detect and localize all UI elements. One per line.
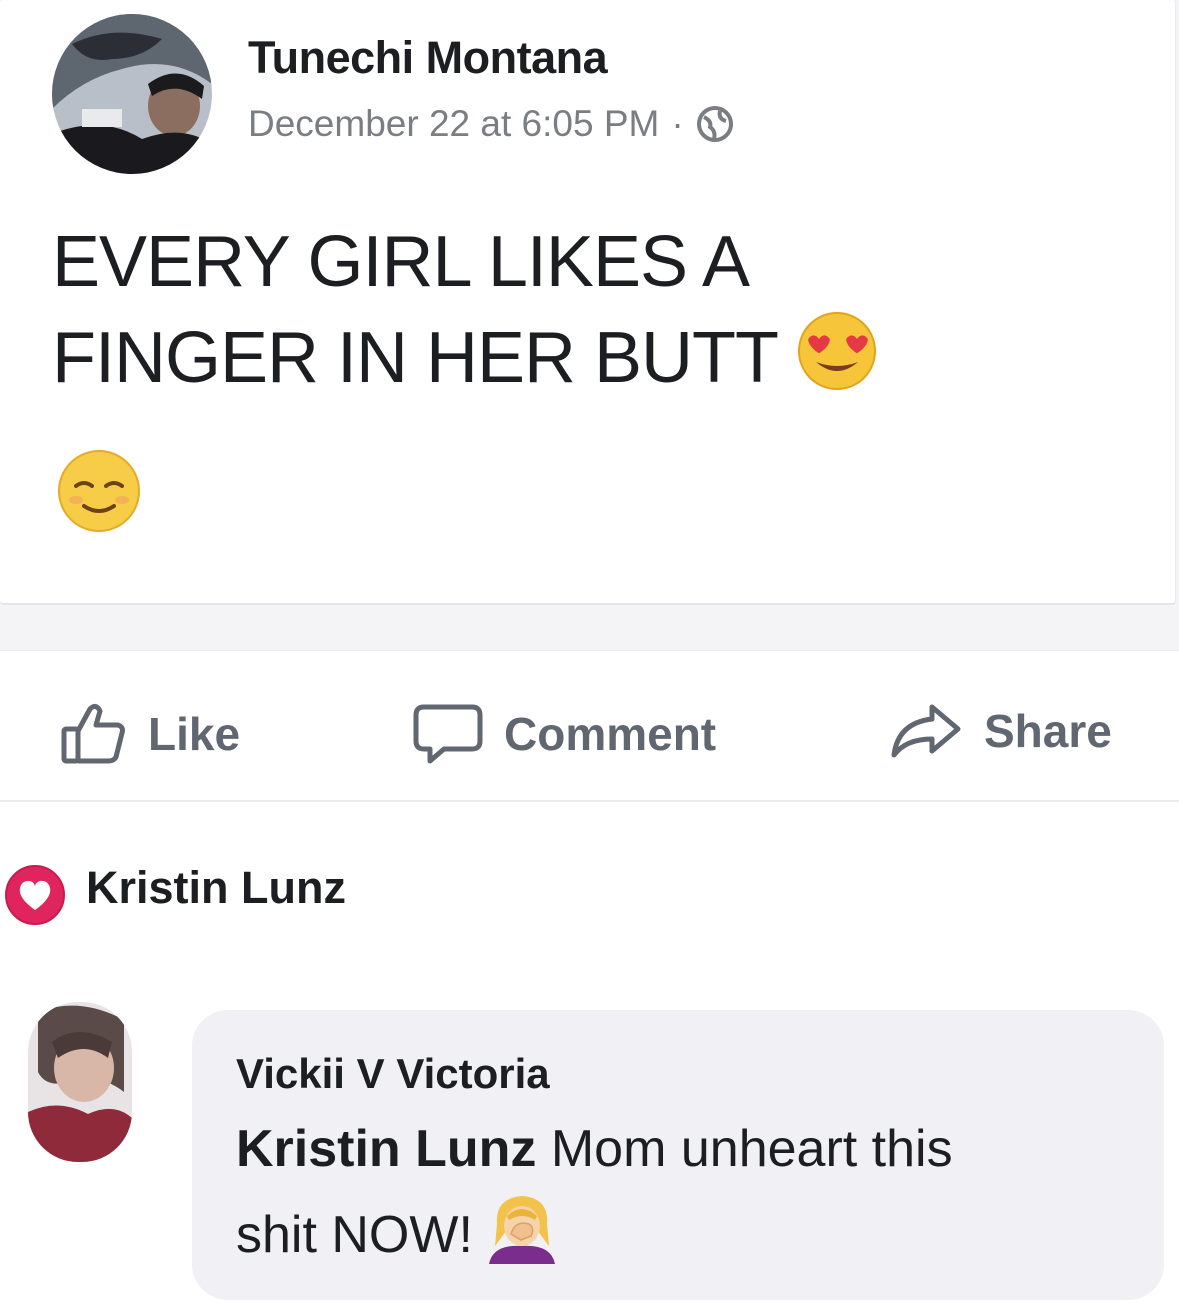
comment-bubble: Vickii V Victoria Kristin Lunz Mom unhea… [192, 1010, 1164, 1300]
comment-mention[interactable]: Kristin Lunz [236, 1120, 536, 1178]
post-author-avatar[interactable] [52, 14, 212, 174]
post-text-line-1: EVERY GIRL LIKES A [52, 222, 750, 302]
comment-text-part-2: shit NOW! [236, 1206, 473, 1264]
post-text: EVERY GIRL LIKES A FINGER IN HER BUTT [52, 214, 1132, 406]
meta-separator: · [671, 103, 684, 144]
comment-area: Vickii V Victoria Kristin Lunz Mom unhea… [0, 980, 1179, 1303]
post-author-name[interactable]: Tunechi Montana [248, 32, 608, 84]
commenter-name[interactable]: Vickii V Victoria [236, 1050, 550, 1098]
reactor-name[interactable]: Kristin Lunz [86, 862, 346, 914]
comment-text-part-1: Mom unheart this [536, 1120, 953, 1178]
comment-bubble-icon [413, 704, 483, 764]
post-text-line-2: FINGER IN HER BUTT [52, 310, 1132, 406]
share-arrow-icon [891, 704, 961, 758]
post-meta: December 22 at 6:05 PM · [248, 103, 734, 145]
post-timestamp[interactable]: December 22 at 6:05 PM [248, 103, 659, 145]
heart-eyes-emoji [796, 310, 878, 392]
comment-text: Kristin Lunz Mom unheart this shit NOW! [236, 1108, 1136, 1276]
heart-reaction-icon [4, 864, 66, 926]
post-action-bar: Like Comment Share [0, 650, 1179, 801]
post-card: Tunechi Montana December 22 at 6:05 PM ·… [0, 0, 1176, 605]
reaction-row: Kristin Lunz [0, 800, 1179, 982]
globe-icon [696, 105, 734, 143]
relieved-emoji [56, 448, 142, 534]
comment-label: Comment [504, 708, 717, 760]
share-label: Share [984, 705, 1112, 757]
share-button[interactable]: Share [888, 701, 1112, 761]
comment-button[interactable]: Comment [412, 701, 716, 767]
like-button[interactable]: Like [60, 701, 240, 767]
page: Tunechi Montana December 22 at 6:05 PM ·… [0, 0, 1179, 1303]
woman-facepalming-emoji [485, 1190, 559, 1264]
thumbs-up-icon [61, 703, 125, 764]
post-text-line-2-text: FINGER IN HER BUTT [52, 318, 779, 398]
like-label: Like [148, 708, 241, 760]
commenter-avatar[interactable] [28, 1002, 132, 1162]
